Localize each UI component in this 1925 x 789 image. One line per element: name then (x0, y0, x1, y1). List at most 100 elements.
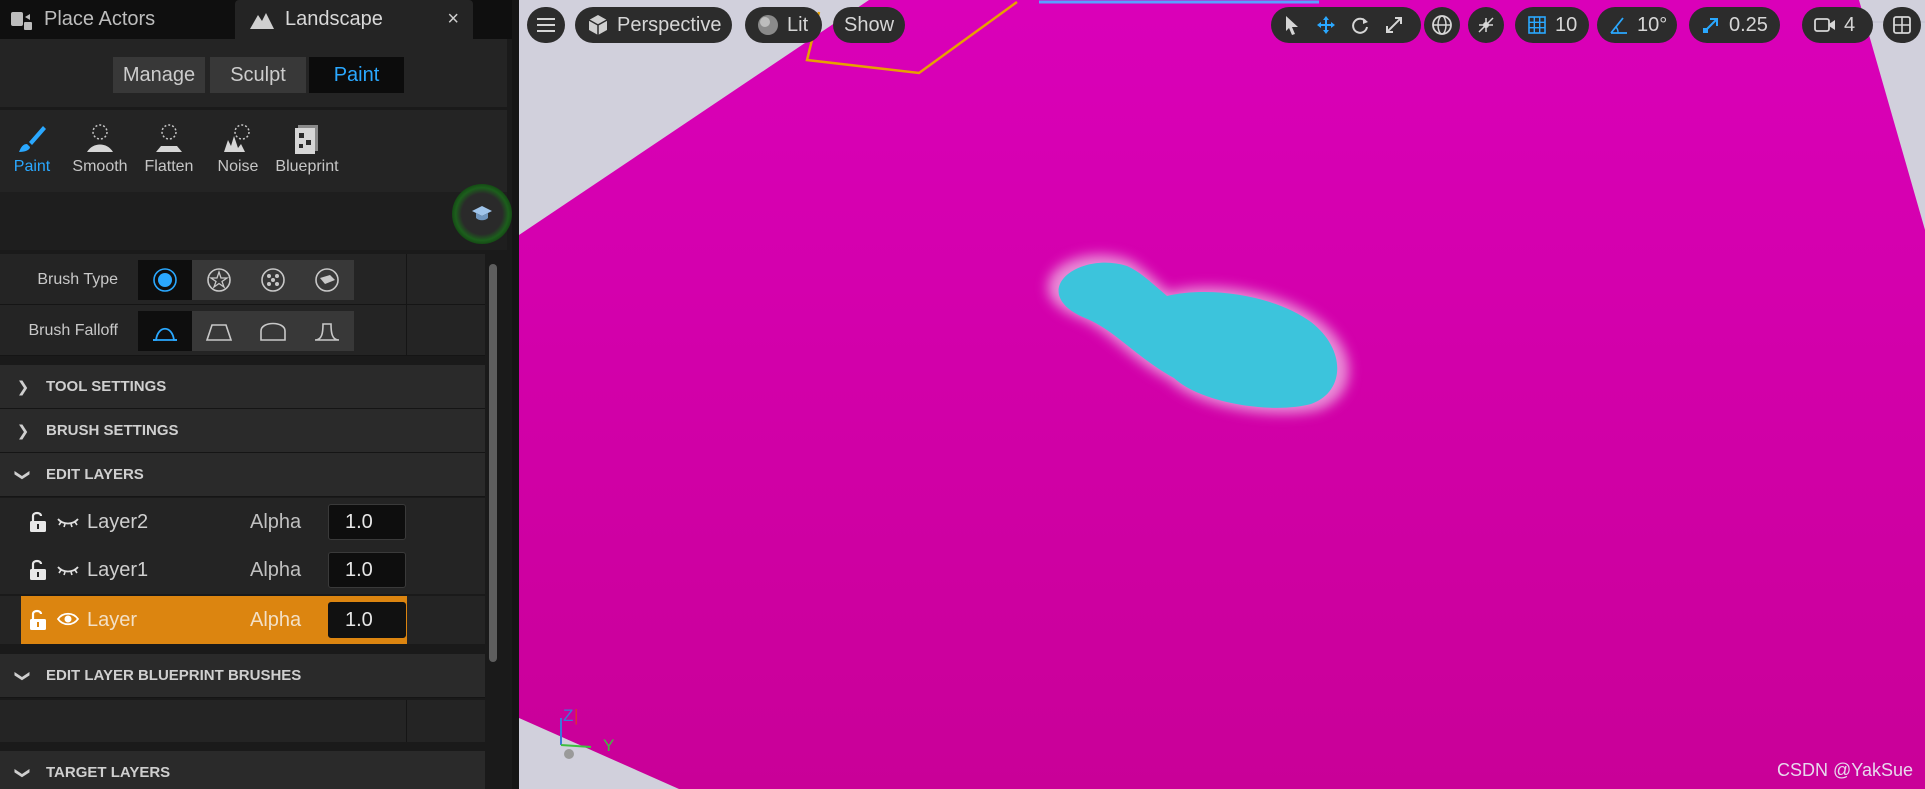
alpha-label: Alpha (250, 558, 302, 581)
close-icon[interactable]: × (447, 8, 459, 31)
brush-settings-header[interactable]: ❯ BRUSH SETTINGS (0, 409, 485, 453)
edit-layer-blueprint-brushes-header[interactable]: ❯ EDIT LAYER BLUEPRINT BRUSHES (0, 654, 485, 698)
scale-snap-dropdown[interactable]: 0.25 (1689, 7, 1780, 43)
show-label: Show (843, 13, 895, 36)
rotate-icon (1352, 17, 1368, 34)
tab-landscape[interactable]: Landscape × (235, 0, 473, 39)
unlock-icon[interactable] (28, 608, 48, 632)
smooth-tool-button[interactable]: Smooth (64, 122, 136, 176)
lit-dropdown[interactable]: Lit (745, 7, 822, 43)
noise-tool-button[interactable]: Noise (202, 122, 274, 176)
tool-options-area (0, 192, 507, 250)
camera-speed-dropdown[interactable]: 4 (1802, 7, 1873, 43)
layer-row-layer2[interactable]: Layer2 Alpha 1.0 (0, 498, 485, 546)
panel-scrollbar[interactable] (487, 256, 499, 786)
grid-snap-dropdown[interactable]: 10 (1515, 7, 1589, 43)
divider (406, 254, 407, 305)
landscape-scene (519, 0, 1925, 789)
eye-closed-icon[interactable] (56, 511, 80, 531)
unlock-icon[interactable] (28, 558, 48, 582)
section-title: TOOL SETTINGS (46, 378, 167, 395)
axis-y-label: Y (603, 736, 615, 755)
world-local-toggle[interactable] (1424, 7, 1460, 43)
flatten-tool-button[interactable]: Flatten (133, 122, 205, 176)
brush-component-button[interactable] (300, 260, 354, 300)
flatten-tool-label: Flatten (144, 158, 194, 175)
chevron-right-icon: ❯ (16, 378, 30, 396)
scale-mode-button[interactable] (1377, 7, 1411, 43)
graduation-cap-icon (472, 206, 492, 221)
hamburger-menu-icon (537, 18, 555, 32)
landscape-mode-panel: Place Actors Landscape × Manage Sculpt P… (0, 0, 512, 789)
rotation-snap-dropdown[interactable]: 10° (1597, 7, 1677, 43)
layer-row-layer1[interactable]: Layer1 Alpha 1.0 (0, 546, 485, 594)
brush-circle-icon (153, 268, 177, 292)
alpha-input[interactable]: 1.0 (328, 552, 406, 588)
alpha-input[interactable]: 1.0 (328, 504, 406, 540)
show-dropdown[interactable]: Show (833, 7, 905, 43)
eye-closed-icon[interactable] (56, 559, 80, 579)
alpha-label: Alpha (250, 510, 302, 533)
brush-pattern-button[interactable] (246, 260, 300, 300)
tutorial-button[interactable] (452, 184, 512, 244)
layout-grid-icon (1893, 16, 1911, 34)
viewport-layout-button[interactable] (1883, 7, 1921, 43)
camera-icon (1814, 16, 1836, 34)
divider (406, 305, 407, 356)
surface-snap-icon (1478, 17, 1494, 33)
translate-mode-button[interactable] (1309, 7, 1343, 43)
unlock-icon[interactable] (28, 510, 48, 534)
smooth-icon (87, 124, 113, 152)
falloff-spherical-button[interactable] (246, 311, 300, 351)
perspective-dropdown[interactable]: Perspective (575, 7, 732, 43)
brush-pattern-icon (261, 268, 285, 292)
place-actors-icon (11, 11, 32, 30)
alpha-label: Alpha (250, 608, 302, 631)
scale-snap-value: 0.25 (1729, 13, 1768, 36)
sculpt-mode-button[interactable]: Sculpt (210, 57, 306, 93)
layer-name: Layer (87, 608, 138, 631)
grid-icon (1527, 15, 1547, 35)
alpha-input[interactable]: 1.0 (328, 602, 406, 638)
section-title: BRUSH SETTINGS (46, 422, 179, 439)
brush-alpha-button[interactable] (192, 260, 246, 300)
globe-icon (1432, 15, 1452, 35)
scrollbar-thumb[interactable] (489, 264, 497, 662)
tab-place-actors[interactable]: Place Actors (0, 0, 232, 39)
lit-sphere-icon (757, 14, 779, 36)
tool-settings-header[interactable]: ❯ TOOL SETTINGS (0, 365, 485, 409)
brush-type-selector (138, 260, 354, 300)
chevron-down-icon: ❯ (14, 766, 31, 779)
blueprint-tool-button[interactable]: Blueprint (271, 122, 343, 176)
cursor-arrow-icon (1286, 16, 1298, 35)
paint-tool-button[interactable]: Paint (0, 122, 68, 176)
edit-layers-header[interactable]: ❯ EDIT LAYERS (0, 453, 485, 497)
rotate-mode-button[interactable] (1343, 7, 1377, 43)
falloff-linear-button[interactable] (192, 311, 246, 351)
falloff-tip-button[interactable] (300, 311, 354, 351)
falloff-spherical-icon (260, 322, 286, 341)
tab-landscape-label: Landscape (285, 8, 383, 30)
viewport-menu-button[interactable] (527, 7, 565, 43)
eye-open-icon[interactable] (56, 609, 80, 629)
noise-icon (224, 124, 250, 152)
falloff-smooth-button[interactable] (138, 311, 192, 351)
brush-circle-button[interactable] (138, 260, 192, 300)
target-layers-header[interactable]: ❯ TARGET LAYERS (0, 751, 485, 789)
chevron-right-icon: ❯ (16, 422, 30, 440)
surface-snapping-button[interactable] (1468, 7, 1504, 43)
paint-mode-button[interactable]: Paint (309, 57, 404, 93)
section-title: EDIT LAYER BLUEPRINT BRUSHES (46, 667, 302, 684)
camera-speed-value: 4 (1844, 13, 1856, 36)
layer-row-layer-selected[interactable]: Layer Alpha 1.0 (0, 596, 485, 644)
paint-tool-label: Paint (13, 158, 51, 175)
brush-falloff-label: Brush Falloff (28, 321, 118, 339)
select-mode-button[interactable] (1275, 7, 1309, 43)
chevron-down-icon: ❯ (14, 669, 31, 682)
layer-name: Layer2 (87, 510, 149, 533)
brush-type-label: Brush Type (37, 270, 118, 288)
manage-mode-button[interactable]: Manage (113, 57, 205, 93)
brush-type-row: Brush Type (0, 254, 485, 305)
level-viewport[interactable]: Perspective Lit Show 10 10° 0.25 4 Z | Y… (519, 0, 1925, 789)
blueprint-icon (295, 125, 318, 154)
